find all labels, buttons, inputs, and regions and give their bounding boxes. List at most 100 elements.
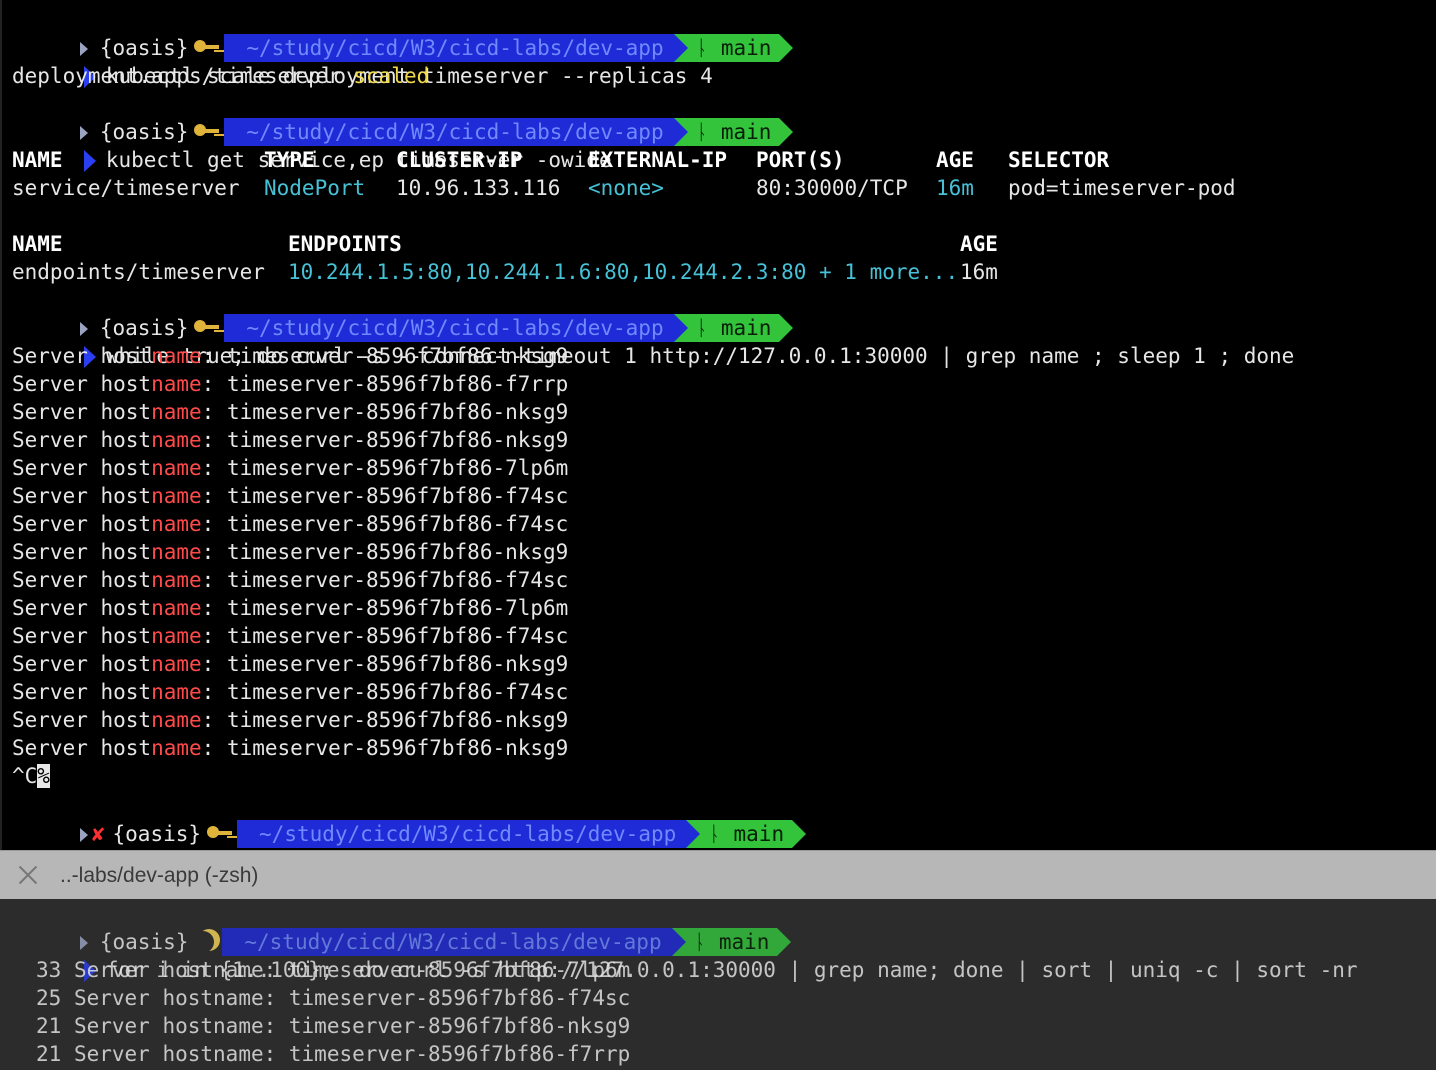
- terminal-pane-bottom[interactable]: {oasis} ~/study/cicd/W3/cicd-labs/dev-app…: [0, 899, 1436, 1070]
- count-text: Server hostname: timeserver-8596f7bf86-f…: [73, 986, 631, 1010]
- output-label: Server host: [12, 400, 152, 424]
- table-cell: 10.96.133.116: [396, 176, 561, 200]
- grep-match: name: [151, 624, 202, 648]
- table-row: service/timeserver NodePort 10.96.133.11…: [0, 174, 1436, 202]
- output-label: Server host: [12, 736, 152, 760]
- table-header: AGE: [960, 232, 998, 256]
- table-header: NAME: [12, 232, 63, 256]
- table-header: SELECTOR: [1008, 148, 1110, 172]
- hostname-value: timeserver-8596f7bf86-7lp6m: [226, 456, 569, 480]
- grep-match: name: [151, 540, 202, 564]
- hostname-value: timeserver-8596f7bf86-nksg9: [226, 428, 569, 452]
- output-label: Server host: [12, 372, 152, 396]
- output-label: Server host: [12, 344, 152, 368]
- hostname-value: timeserver-8596f7bf86-nksg9: [226, 708, 569, 732]
- table-header: NAME: [12, 148, 63, 172]
- output-line: deployment.apps/timeserver scaled: [0, 62, 1436, 90]
- grep-match: name: [151, 344, 202, 368]
- table-cell: 80:30000/TCP: [756, 176, 908, 200]
- grep-match: name: [151, 708, 202, 732]
- output-line: Server hostname: timeserver-8596f7bf86-n…: [0, 342, 1436, 370]
- output-status: scaled: [353, 64, 430, 88]
- table-cell: <none>: [588, 176, 664, 200]
- grep-match: name: [151, 484, 202, 508]
- prompt-line: {oasis} ~/study/cicd/W3/cicd-labs/dev-app…: [0, 6, 1436, 62]
- output-line: Server hostname: timeserver-8596f7bf86-n…: [0, 706, 1436, 734]
- table-header: PORT(S): [756, 148, 845, 172]
- output-separator: :: [201, 484, 227, 508]
- close-icon[interactable]: [16, 863, 40, 887]
- table-header: ENDPOINTS: [288, 232, 402, 256]
- output-label: Server host: [12, 652, 152, 676]
- prompt-line: {oasis} ~/study/cicd/W3/cicd-labs/dev-app…: [0, 90, 1436, 146]
- table-header: CLUSTER-IP: [396, 148, 523, 172]
- hostname-value: timeserver-8596f7bf86-f74sc: [226, 568, 569, 592]
- output-separator: :: [201, 540, 227, 564]
- output-separator: :: [201, 344, 227, 368]
- interrupt-line: ^C%: [0, 762, 1436, 790]
- hostname-value: timeserver-8596f7bf86-nksg9: [226, 400, 569, 424]
- grep-match: name: [151, 372, 202, 396]
- table-cell: NodePort: [264, 176, 366, 200]
- grep-match: name: [151, 428, 202, 452]
- hostname-value: timeserver-8596f7bf86-nksg9: [226, 540, 569, 564]
- hostname-value: timeserver-8596f7bf86-f74sc: [226, 680, 569, 704]
- output-separator: :: [201, 400, 227, 424]
- grep-match: name: [151, 680, 202, 704]
- output-label: Server host: [12, 456, 152, 480]
- grep-match: name: [151, 652, 202, 676]
- table-header-row: NAME TYPE CLUSTER-IP EXTERNAL-IP PORT(S)…: [0, 146, 1436, 174]
- hostname-value: timeserver-8596f7bf86-nksg9: [226, 736, 569, 760]
- output-separator: :: [201, 372, 227, 396]
- output-line: Server hostname: timeserver-8596f7bf86-f…: [0, 678, 1436, 706]
- output-line: Server hostname: timeserver-8596f7bf86-f…: [0, 622, 1436, 650]
- count-text: Server hostname: timeserver-8596f7bf86-7…: [73, 958, 631, 982]
- output-line: Server hostname: timeserver-8596f7bf86-n…: [0, 650, 1436, 678]
- output-line: Server hostname: timeserver-8596f7bf86-7…: [0, 454, 1436, 482]
- table-header: EXTERNAL-IP: [588, 148, 728, 172]
- output-line: Server hostname: timeserver-8596f7bf86-7…: [0, 594, 1436, 622]
- output-separator: :: [201, 708, 227, 732]
- output-separator: :: [201, 568, 227, 592]
- output-label: Server host: [12, 512, 152, 536]
- output-label: Server host: [12, 680, 152, 704]
- command-line: for i in {1..100}; do curl -s http://127…: [0, 928, 1436, 982]
- hostname-value: timeserver-8596f7bf86-f74sc: [226, 484, 569, 508]
- hostname-value: timeserver-8596f7bf86-nksg9: [226, 344, 569, 368]
- pane-tab-bar[interactable]: ..-labs/dev-app (-zsh): [0, 850, 1436, 900]
- output-line: Server hostname: timeserver-8596f7bf86-f…: [0, 370, 1436, 398]
- count-value: 21: [36, 1014, 62, 1038]
- output-separator: :: [201, 428, 227, 452]
- interrupt-text: ^C: [12, 764, 38, 788]
- grep-match: name: [151, 400, 202, 424]
- terminal-pane-top[interactable]: {oasis} ~/study/cicd/W3/cicd-labs/dev-app…: [0, 0, 1436, 850]
- output-label: Server host: [12, 540, 152, 564]
- output-line: 33 Server hostname: timeserver-8596f7bf8…: [0, 956, 1436, 984]
- hostname-value: timeserver-8596f7bf86-7lp6m: [226, 596, 569, 620]
- grep-match: name: [151, 596, 202, 620]
- output-line: Server hostname: timeserver-8596f7bf86-f…: [0, 510, 1436, 538]
- prompt-line: {oasis} ~/study/cicd/W3/cicd-labs/dev-app…: [0, 900, 1436, 956]
- command-line-active[interactable]: [0, 820, 1436, 848]
- output-separator: :: [201, 624, 227, 648]
- output-separator: :: [201, 680, 227, 704]
- output-line: 21 Server hostname: timeserver-8596f7bf8…: [0, 1012, 1436, 1040]
- hostname-value: timeserver-8596f7bf86-f74sc: [226, 512, 569, 536]
- output-line: 21 Server hostname: timeserver-8596f7bf8…: [0, 1040, 1436, 1068]
- grep-match: name: [151, 456, 202, 480]
- table-row: endpoints/timeserver 10.244.1.5:80,10.24…: [0, 258, 1436, 286]
- table-cell: service/timeserver: [12, 176, 240, 200]
- output-label: Server host: [12, 484, 152, 508]
- output-line: Server hostname: timeserver-8596f7bf86-n…: [0, 734, 1436, 762]
- output-separator: :: [201, 456, 227, 480]
- command-line: while true; do curl -s --connect-timeout…: [0, 314, 1436, 368]
- table-header: TYPE: [264, 148, 315, 172]
- prompt-line: ✘ {oasis} ~/study/cicd/W3/cicd-labs/dev-ap…: [0, 792, 1436, 848]
- table-cell: 16m: [960, 260, 998, 284]
- prompt-line: {oasis} ~/study/cicd/W3/cicd-labs/dev-app…: [0, 286, 1436, 342]
- hostname-value: timeserver-8596f7bf86-nksg9: [226, 652, 569, 676]
- command-line: kubectl scale deployment timeserver --re…: [0, 34, 1436, 88]
- output-list: 33 Server hostname: timeserver-8596f7bf8…: [0, 956, 1436, 1068]
- table-cell: endpoints/timeserver: [12, 260, 265, 284]
- table-header: AGE: [936, 148, 974, 172]
